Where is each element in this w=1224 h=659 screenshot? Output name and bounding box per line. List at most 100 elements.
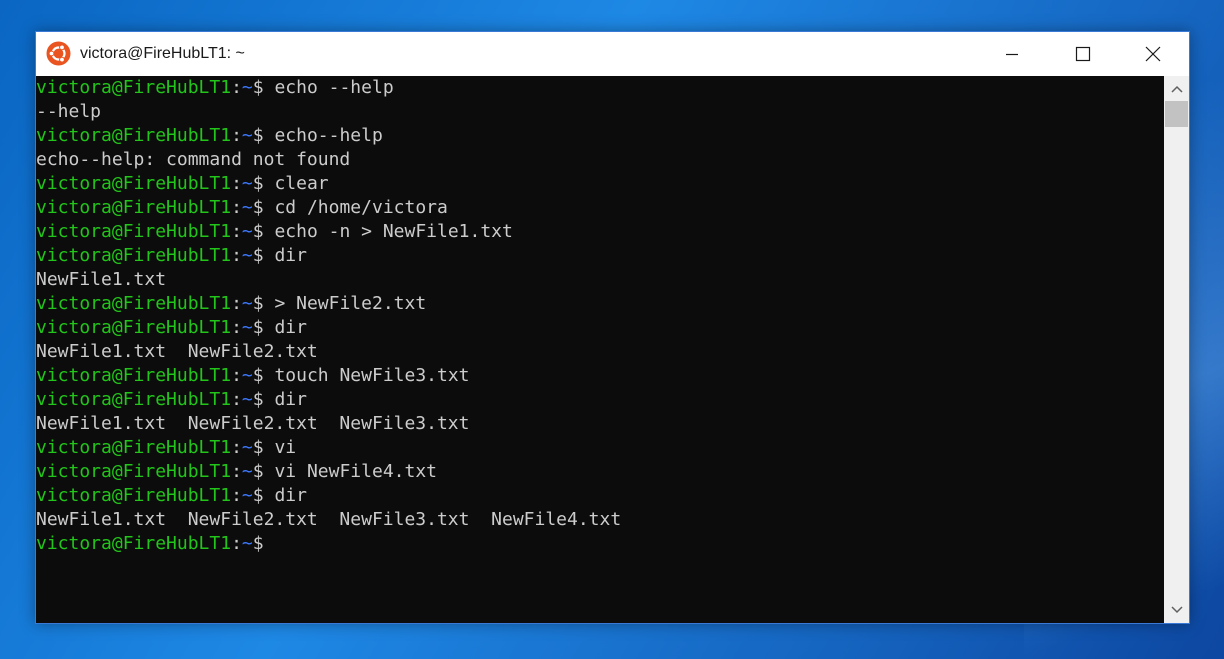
command-text: dir [263, 389, 307, 410]
prompt-path: ~ [241, 533, 253, 554]
command-line: victora@FireHubLT1:~$ dir [36, 316, 307, 340]
maximize-icon [1075, 46, 1091, 62]
vertical-scrollbar[interactable] [1164, 76, 1189, 623]
command-text: echo--help [263, 125, 383, 146]
prompt-separator: : [231, 125, 242, 146]
prompt-user: victora@FireHubLT1 [36, 173, 232, 194]
close-icon [1145, 46, 1161, 62]
prompt-path: ~ [241, 245, 253, 266]
command-line: victora@FireHubLT1:~$ dir [36, 244, 307, 268]
output-text: NewFile1.txt NewFile2.txt NewFile3.txt [36, 413, 470, 434]
prompt-separator: : [231, 197, 242, 218]
minimize-button[interactable] [989, 32, 1035, 76]
prompt-separator: : [231, 317, 242, 338]
window-title: victora@FireHubLT1: ~ [80, 45, 245, 62]
command-text: echo -n > NewFile1.txt [263, 221, 513, 242]
command-text: clear [263, 173, 329, 194]
prompt-user: victora@FireHubLT1 [36, 197, 232, 218]
output-line: NewFile1.txt NewFile2.txt [36, 340, 318, 364]
terminal-window: victora@FireHubLT1: ~ victora@FireHubLT1… [35, 31, 1190, 624]
prompt-path: ~ [241, 221, 253, 242]
output-line: echo--help: command not found [36, 148, 350, 172]
prompt-separator: : [231, 485, 242, 506]
prompt-user: victora@FireHubLT1 [36, 461, 232, 482]
command-line: victora@FireHubLT1:~$ echo -n > NewFile1… [36, 220, 513, 244]
prompt-user: victora@FireHubLT1 [36, 533, 232, 554]
prompt-separator: : [231, 365, 242, 386]
command-line: victora@FireHubLT1:~$ dir [36, 484, 307, 508]
scroll-up-button[interactable] [1164, 78, 1189, 100]
prompt-user: victora@FireHubLT1 [36, 485, 232, 506]
prompt-symbol: $ [252, 365, 264, 386]
command-line: victora@FireHubLT1:~$ [36, 532, 264, 556]
prompt-path: ~ [241, 389, 253, 410]
command-line: victora@FireHubLT1:~$ echo --help [36, 76, 394, 100]
prompt-separator: : [231, 461, 242, 482]
prompt-path: ~ [241, 461, 253, 482]
prompt-separator: : [231, 293, 242, 314]
prompt-symbol: $ [252, 197, 264, 218]
command-text: dir [263, 245, 307, 266]
prompt-symbol: $ [252, 461, 264, 482]
prompt-user: victora@FireHubLT1 [36, 77, 232, 98]
prompt-path: ~ [241, 77, 253, 98]
prompt-user: victora@FireHubLT1 [36, 221, 232, 242]
prompt-symbol: $ [252, 293, 264, 314]
command-text: dir [263, 485, 307, 506]
command-text: touch NewFile3.txt [263, 365, 470, 386]
prompt-symbol: $ [252, 437, 264, 458]
prompt-separator: : [231, 437, 242, 458]
prompt-separator: : [231, 533, 242, 554]
prompt-symbol: $ [252, 125, 264, 146]
command-line: victora@FireHubLT1:~$ dir [36, 388, 307, 412]
terminal-output[interactable]: victora@FireHubLT1:~$ echo --help --help v… [36, 76, 1164, 623]
prompt-symbol: $ [252, 173, 264, 194]
output-text: --help [36, 101, 102, 122]
chevron-down-icon [1170, 606, 1183, 614]
prompt-user: victora@FireHubLT1 [36, 437, 232, 458]
prompt-separator: : [231, 77, 242, 98]
output-line: NewFile1.txt NewFile2.txt NewFile3.txt [36, 412, 469, 436]
prompt-separator: : [231, 389, 242, 410]
command-text: > NewFile2.txt [263, 293, 427, 314]
maximize-button[interactable] [1060, 32, 1106, 76]
prompt-symbol: $ [252, 389, 264, 410]
minimize-icon [1006, 53, 1018, 56]
prompt-symbol: $ [252, 221, 264, 242]
prompt-symbol: $ [252, 485, 264, 506]
command-text: dir [263, 317, 307, 338]
prompt-path: ~ [241, 317, 253, 338]
output-text: echo--help: command not found [36, 149, 351, 170]
command-text: vi [263, 437, 297, 458]
prompt-symbol: $ [252, 533, 264, 554]
command-text: echo --help [263, 77, 394, 98]
prompt-path: ~ [241, 197, 253, 218]
prompt-user: victora@FireHubLT1 [36, 245, 232, 266]
scroll-down-button[interactable] [1164, 599, 1189, 621]
chevron-up-icon [1170, 85, 1183, 93]
command-line: victora@FireHubLT1:~$ vi [36, 436, 296, 460]
output-line: NewFile1.txt NewFile2.txt NewFile3.txt N… [36, 508, 621, 532]
prompt-separator: : [231, 245, 242, 266]
prompt-path: ~ [241, 125, 253, 146]
ubuntu-icon [46, 41, 71, 66]
prompt-user: victora@FireHubLT1 [36, 389, 232, 410]
command-line: victora@FireHubLT1:~$ vi NewFile4.txt [36, 460, 437, 484]
command-line: victora@FireHubLT1:~$ > NewFile2.txt [36, 292, 426, 316]
prompt-path: ~ [241, 365, 253, 386]
prompt-symbol: $ [252, 77, 264, 98]
output-line: NewFile1.txt [36, 268, 166, 292]
scroll-thumb[interactable] [1165, 101, 1188, 127]
prompt-symbol: $ [252, 317, 264, 338]
prompt-user: victora@FireHubLT1 [36, 365, 232, 386]
close-button[interactable] [1130, 32, 1176, 76]
prompt-path: ~ [241, 485, 253, 506]
output-text: NewFile1.txt [36, 269, 167, 290]
command-line: victora@FireHubLT1:~$ echo--help [36, 124, 383, 148]
command-line: victora@FireHubLT1:~$ touch NewFile3.txt [36, 364, 470, 388]
prompt-path: ~ [241, 293, 253, 314]
prompt-symbol: $ [252, 245, 264, 266]
prompt-separator: : [231, 173, 242, 194]
prompt-path: ~ [241, 437, 253, 458]
title-bar[interactable]: victora@FireHubLT1: ~ [36, 32, 1189, 76]
